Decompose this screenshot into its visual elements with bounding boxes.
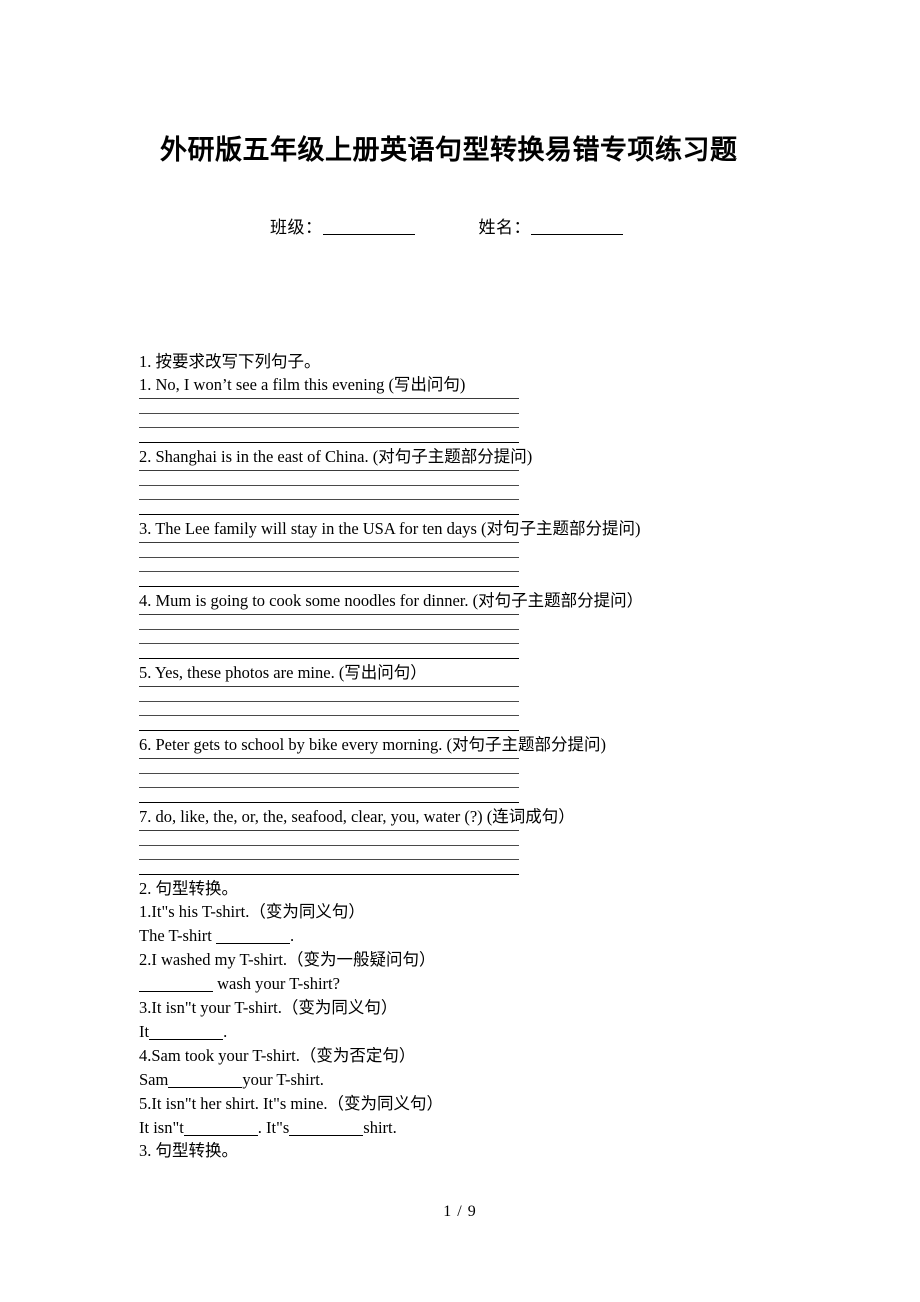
answer-rule [139, 542, 519, 543]
answer-lines-1[interactable] [139, 396, 519, 443]
answer-rule [139, 398, 519, 399]
name-label: 姓名： [478, 218, 531, 237]
class-blank[interactable] [322, 218, 415, 235]
s2-answer-3-post: . [223, 1022, 228, 1041]
s2-answer-4: Sam your T-shirt. [139, 1067, 859, 1092]
s2-prompt-1: 1.It"s his T-shirt.（变为同义句） [139, 902, 365, 921]
answer-lines-2[interactable] [139, 468, 519, 515]
s2-answer-2: wash your T-shirt? [139, 971, 859, 996]
s2-answer-1-pre: The T-shirt [139, 926, 216, 945]
answer-lines-7[interactable] [139, 828, 519, 875]
answer-rule [139, 715, 519, 716]
answer-rule [139, 844, 519, 846]
page-footer: 1 / 9 [0, 1203, 920, 1221]
answer-lines-6[interactable] [139, 756, 519, 803]
s2-answer-3-pre: It [139, 1022, 150, 1041]
class-field: 班级： [270, 213, 415, 238]
s2-answer-4-pre: Sam [139, 1070, 169, 1089]
answer-rule [139, 614, 519, 615]
student-info-row: 班级： 姓名： [270, 213, 623, 238]
answer-rule [139, 643, 519, 644]
answer-rule [139, 484, 519, 486]
s2-answer-5-post: shirt. [363, 1118, 397, 1137]
answer-rule [139, 801, 519, 803]
s2-blank-3[interactable] [149, 1024, 224, 1040]
s2-blank-5b[interactable] [289, 1120, 364, 1136]
s2-answer-5-pre: It isn"t [139, 1118, 184, 1137]
answer-rule [139, 686, 519, 687]
exercise-body: 1. 按要求改写下列句子。 1. No, I won’t see a film … [139, 351, 859, 1163]
section-3-heading: 3. 句型转换。 [139, 1141, 238, 1160]
page-title: 外研版五年级上册英语句型转换易错专项练习题 [160, 135, 738, 166]
answer-rule [139, 628, 519, 630]
answer-rule [139, 859, 519, 860]
s2-blank-4[interactable] [168, 1072, 243, 1088]
s2-answer-1-post: . [290, 926, 295, 945]
s2-answer-1: The T-shirt . [139, 923, 859, 948]
s2-blank-1[interactable] [216, 928, 290, 944]
s2-prompt-5: 5.It isn"t her shirt. It"s mine.（变为同义句） [139, 1094, 444, 1113]
answer-rule [139, 441, 519, 443]
question-4: 4. Mum is going to cook some noodles for… [139, 590, 644, 610]
answer-rule [139, 513, 519, 515]
answer-rule [139, 772, 519, 774]
answer-lines-5[interactable] [139, 684, 519, 731]
s2-prompt-4: 4.Sam took your T-shirt.（变为否定句） [139, 1046, 416, 1065]
question-5: 5. Yes, these photos are mine. (写出问句） [139, 662, 427, 682]
section-2: 2. 句型转换。 1.It"s his T-shirt.（变为同义句） The … [139, 878, 859, 1141]
answer-rule [139, 657, 519, 659]
answer-rule [139, 585, 519, 587]
answer-lines-3[interactable] [139, 540, 519, 587]
question-1: 1. No, I won’t see a film this evening (… [139, 374, 466, 394]
answer-rule [139, 470, 519, 471]
answer-lines-4[interactable] [139, 612, 519, 659]
answer-rule [139, 787, 519, 788]
s2-answer-3: It. [139, 1019, 859, 1044]
page-number: 1 / 9 [443, 1203, 477, 1220]
answer-rule [139, 427, 519, 428]
answer-rule [139, 700, 519, 702]
answer-rule [139, 729, 519, 731]
answer-rule [139, 830, 519, 831]
s2-prompt-2: 2.I washed my T-shirt.（变为一般疑问句） [139, 950, 436, 969]
s2-blank-5a[interactable] [183, 1120, 258, 1136]
answer-rule [139, 412, 519, 414]
s2-answer-2-post: wash your T-shirt? [213, 974, 340, 993]
question-6: 6. Peter gets to school by bike every mo… [139, 734, 606, 754]
s2-answer-5-mid: . It"s [257, 1118, 290, 1137]
answer-rule [139, 499, 519, 500]
name-blank[interactable] [531, 218, 623, 235]
question-3: 3. The Lee family will stay in the USA f… [139, 518, 641, 538]
s2-answer-4-post: your T-shirt. [242, 1070, 324, 1089]
question-7: 7. do, like, the, or, the, seafood, clea… [139, 806, 575, 826]
answer-rule [139, 571, 519, 572]
question-2: 2. Shanghai is in the east of China. (对句… [139, 446, 533, 466]
s2-blank-2[interactable] [139, 976, 213, 992]
section-2-heading: 2. 句型转换。 [139, 878, 238, 898]
answer-rule [139, 873, 519, 875]
class-label: 班级： [270, 218, 323, 237]
s2-prompt-3: 3.It isn"t your T-shirt.（变为同义句） [139, 998, 398, 1017]
answer-rule [139, 758, 519, 759]
s2-answer-5: It isn"t . It"s shirt. [139, 1115, 859, 1140]
name-field: 姓名： [478, 213, 623, 238]
answer-rule [139, 556, 519, 558]
section-1-heading: 1. 按要求改写下列句子。 [139, 352, 321, 371]
document-page: 外研版五年级上册英语句型转换易错专项练习题 班级： 姓名： 1. 按要求改写下列句… [0, 0, 920, 1302]
